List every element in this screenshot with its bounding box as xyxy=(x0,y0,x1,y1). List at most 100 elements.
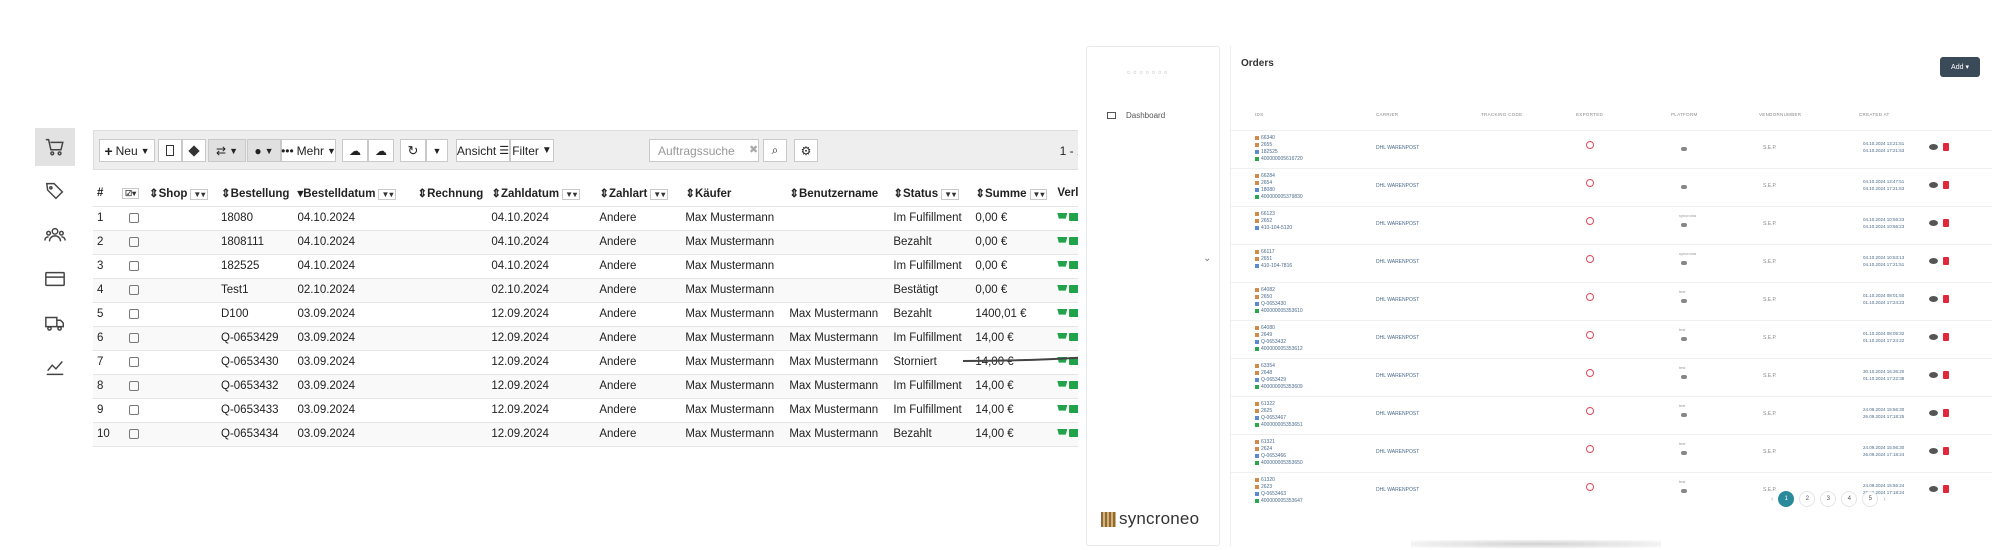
view-button[interactable]: Ansicht ☰ xyxy=(456,139,510,162)
eye-icon[interactable] xyxy=(1929,220,1938,226)
trash-icon[interactable] xyxy=(1943,143,1949,151)
pdf-button[interactable] xyxy=(158,139,182,162)
table-row[interactable]: 6 Q-0653429 03.09.2024 12.09.2024 Andere Max … xyxy=(93,325,1150,350)
cell-select[interactable] xyxy=(115,397,145,422)
cart-icon[interactable] xyxy=(1057,309,1068,315)
list-item[interactable]: 64082 2650 Q-0653430 400000005353610 DHL WAR… xyxy=(1231,282,1992,321)
page-button[interactable]: 4 xyxy=(1841,491,1858,507)
trash-icon[interactable] xyxy=(1943,371,1949,379)
cart-icon[interactable] xyxy=(1057,357,1068,363)
cell-select[interactable] xyxy=(115,325,145,350)
row-checkbox[interactable] xyxy=(129,212,139,223)
page-button[interactable]: 1 xyxy=(1778,491,1795,507)
eye-icon[interactable] xyxy=(1929,334,1938,340)
list-item[interactable]: 61322 2625 Q-0653467 400000005353651 DHL WAR… xyxy=(1231,396,1992,435)
sidebar-collapse-chevron-icon[interactable]: ⌄ xyxy=(1203,253,1211,264)
cart-icon[interactable] xyxy=(1057,237,1068,243)
eye-icon[interactable] xyxy=(1929,486,1938,492)
eye-icon[interactable] xyxy=(1929,296,1938,302)
trash-icon[interactable] xyxy=(1943,181,1949,189)
eye-icon[interactable] xyxy=(1929,372,1938,378)
eye-icon[interactable] xyxy=(1929,144,1938,150)
table-row[interactable]: 10 Q-0653434 03.09.2024 12.09.2024 Andere Max… xyxy=(93,421,1150,447)
nav-payments[interactable] xyxy=(35,260,75,298)
next-page-icon[interactable]: › xyxy=(1883,496,1885,503)
cloud-upload-button[interactable]: ☁ xyxy=(368,139,394,162)
cell-select[interactable] xyxy=(115,229,145,254)
nav-orders-cart[interactable] xyxy=(35,128,75,166)
settings-button[interactable]: ⚙ xyxy=(794,139,818,162)
page-button[interactable]: 5 xyxy=(1862,491,1879,507)
trash-icon[interactable] xyxy=(1943,409,1949,417)
trash-icon[interactable] xyxy=(1943,333,1949,341)
trash-icon[interactable] xyxy=(1943,295,1949,303)
cell-select[interactable] xyxy=(115,253,145,278)
trash-icon[interactable] xyxy=(1943,447,1949,455)
select-all-dropdown[interactable]: ☑▾ xyxy=(122,187,140,199)
col-invoice[interactable]: ⇕Rechnung xyxy=(413,180,487,206)
cart-icon[interactable] xyxy=(1057,213,1068,219)
more-button[interactable]: ••• Mehr ▼ xyxy=(281,139,336,162)
cell-select[interactable] xyxy=(115,205,145,230)
table-row[interactable]: 5 D100 03.09.2024 12.09.2024 Andere Max Muste… xyxy=(93,301,1150,326)
new-button[interactable]: + Neu ▼ xyxy=(99,139,155,162)
cart-icon[interactable] xyxy=(1057,381,1068,387)
col-sum[interactable]: ⇕Summe ▼▾ xyxy=(971,180,1053,206)
pay-method-filter-icon[interactable]: ▼▾ xyxy=(650,188,669,200)
list-item[interactable]: 66284 2654 18080 400000005379830 DHL WARENPO… xyxy=(1231,168,1992,207)
col-username[interactable]: ⇕Benutzername xyxy=(785,180,889,206)
page-button[interactable]: 2 xyxy=(1799,491,1816,507)
table-row[interactable]: 2 1808111 04.10.2024 04.10.2024 Andere Max Mu… xyxy=(93,229,1150,254)
page-button[interactable]: 3 xyxy=(1820,491,1837,507)
eye-icon[interactable] xyxy=(1929,448,1938,454)
refresh-button[interactable]: ↻ xyxy=(400,139,426,162)
row-checkbox[interactable] xyxy=(129,332,139,343)
row-checkbox[interactable] xyxy=(129,260,139,271)
eye-icon[interactable] xyxy=(1929,410,1938,416)
prev-page-icon[interactable]: ‹ xyxy=(1771,496,1773,503)
cart-icon[interactable] xyxy=(1057,285,1068,291)
col-select[interactable]: ☑▾ xyxy=(115,180,145,206)
sync-button[interactable]: ⇄ ▼ xyxy=(208,139,246,162)
table-row[interactable]: 8 Q-0653432 03.09.2024 12.09.2024 Andere Max … xyxy=(93,373,1150,398)
row-checkbox[interactable] xyxy=(129,404,139,415)
pay-date-filter-icon[interactable]: ▼▾ xyxy=(562,188,581,200)
row-checkbox[interactable] xyxy=(129,428,139,439)
col-buyer[interactable]: ⇕Käufer xyxy=(681,180,785,206)
table-row[interactable]: 4 Test1 02.10.2024 02.10.2024 Andere Max Must… xyxy=(93,277,1150,302)
sum-filter-icon[interactable]: ▼▾ xyxy=(1029,188,1048,200)
tag-button[interactable] xyxy=(182,139,206,162)
shop-filter-icon[interactable]: ▼▾ xyxy=(190,188,209,200)
cell-select[interactable] xyxy=(115,349,145,374)
table-row[interactable]: 3 182525 04.10.2024 04.10.2024 Andere Max Mus… xyxy=(93,253,1150,278)
trash-icon[interactable] xyxy=(1943,219,1949,227)
col-order[interactable]: ⇕Bestellung xyxy=(217,180,293,206)
clear-search-icon[interactable]: ✖ xyxy=(749,143,758,156)
nav-tags[interactable] xyxy=(35,172,75,210)
eye-icon[interactable] xyxy=(1929,182,1938,188)
cell-select[interactable] xyxy=(115,301,145,326)
col-shop[interactable]: ⇕Shop ▼▾ xyxy=(145,180,217,206)
row-checkbox[interactable] xyxy=(129,308,139,319)
sidebar-item-dashboard[interactable]: Dashboard xyxy=(1107,111,1165,120)
cart-icon[interactable] xyxy=(1057,405,1068,411)
col-order-date[interactable]: ▾Bestelldatum ▼▾ xyxy=(293,180,413,206)
status-filter-icon[interactable]: ▼▾ xyxy=(941,188,960,200)
cloud-download-button[interactable]: ☁ xyxy=(342,139,368,162)
list-item[interactable]: 66123 2652 410-104-5120 DHL WARENPOST syncro… xyxy=(1231,206,1992,245)
nav-analytics[interactable] xyxy=(35,348,75,386)
row-checkbox[interactable] xyxy=(129,380,139,391)
filter-button[interactable]: Filter ▼ xyxy=(510,139,554,162)
trash-icon[interactable] xyxy=(1943,485,1949,493)
col-status[interactable]: ⇕Status ▼▾ xyxy=(889,180,971,206)
eye-icon[interactable] xyxy=(1929,258,1938,264)
add-button[interactable]: Add ▾ xyxy=(1940,57,1980,77)
cart-icon[interactable] xyxy=(1057,333,1068,339)
col-pay-date[interactable]: ⇕Zahldatum ▼▾ xyxy=(487,180,595,206)
cart-icon[interactable] xyxy=(1057,429,1068,435)
list-item[interactable]: 64080 2649 Q-0653432 400000005353612 DHL WAR… xyxy=(1231,320,1992,359)
order-search-input[interactable]: Auftragssuche xyxy=(649,139,759,162)
search-button[interactable]: ⌕ xyxy=(763,139,787,162)
cart-icon[interactable] xyxy=(1057,261,1068,267)
list-item[interactable]: 63354 2648 Q-0653429 400000005353609 DHL WAR… xyxy=(1231,358,1992,397)
